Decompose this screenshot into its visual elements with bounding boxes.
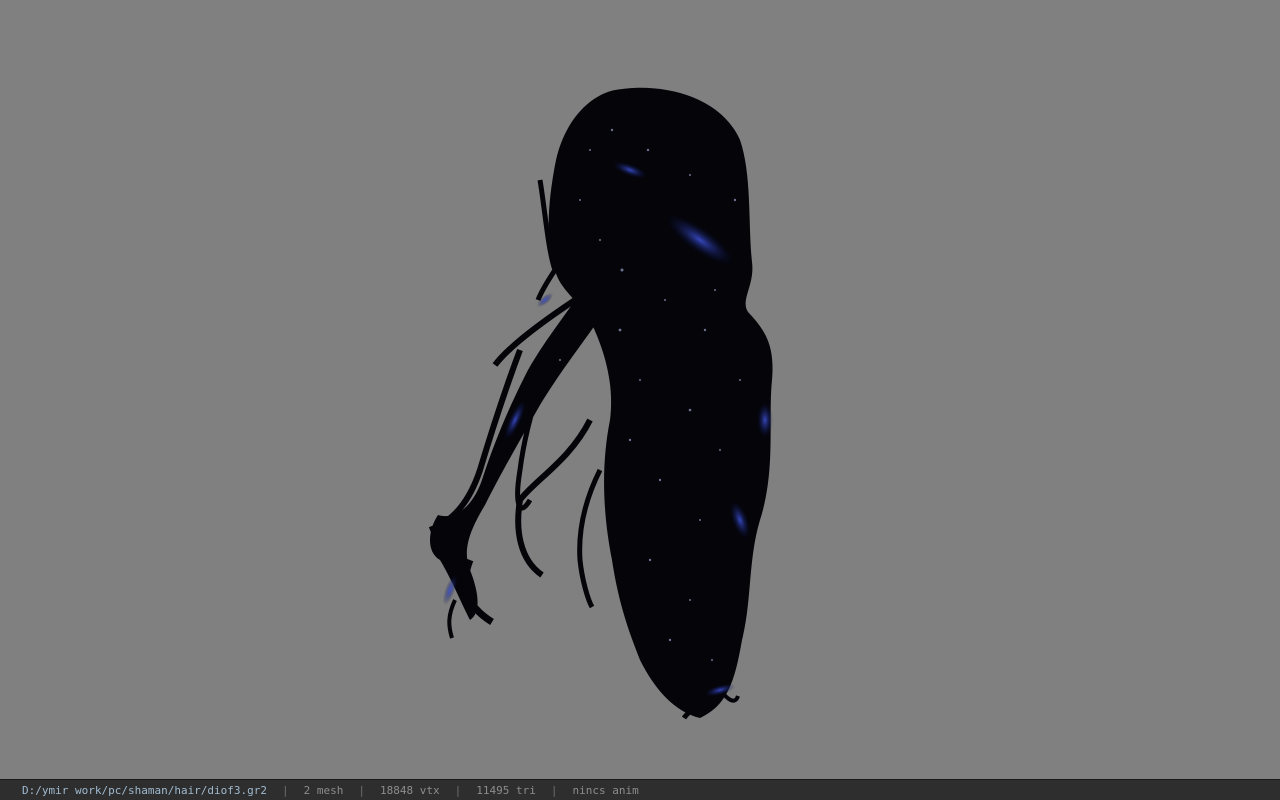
separator: | (358, 783, 366, 797)
file-path-label: D:/ymir work/pc/shaman/hair/diof3.gr2 (22, 783, 268, 797)
hair-model-render (428, 87, 773, 720)
animation-status-label: nincs anim (572, 783, 639, 797)
status-bar: D:/ymir work/pc/shaman/hair/diof3.gr2 | … (0, 779, 1280, 800)
triangle-count-label: 11495 tri (476, 783, 536, 797)
vertex-count-label: 18848 vtx (380, 783, 440, 797)
separator: | (550, 783, 558, 797)
separator: | (454, 783, 462, 797)
3d-viewport[interactable] (0, 0, 1280, 779)
separator: | (282, 783, 289, 797)
mesh-count-label: 2 mesh (303, 783, 344, 797)
